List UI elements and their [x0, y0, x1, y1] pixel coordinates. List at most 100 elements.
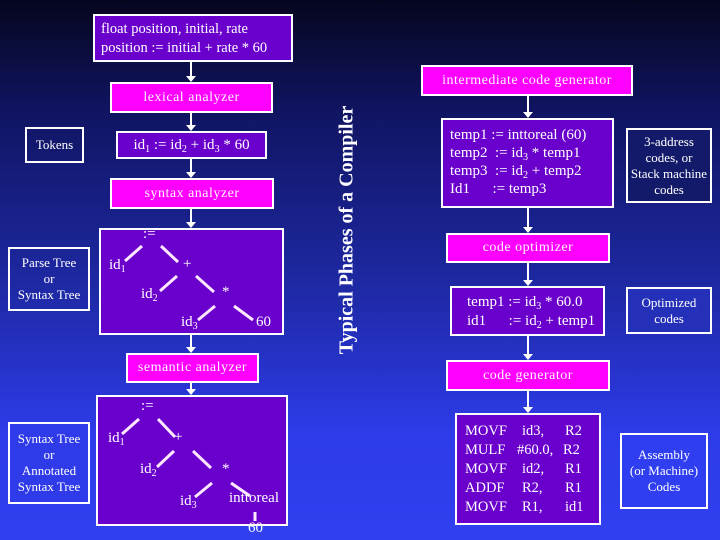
subscript: 3 — [192, 321, 198, 332]
subscript: 3 — [191, 500, 197, 511]
annotated-tree-node-id3: id3 — [180, 493, 197, 511]
lexical-analyzer-label: lexical analyzer — [143, 89, 240, 105]
annotated-tree-label-line-4: Syntax Tree — [17, 479, 81, 494]
parse-tree-node-text: := — [143, 226, 156, 242]
subscript: 1 — [120, 264, 126, 275]
optimized-code-text: + temp1 — [541, 313, 596, 329]
token-text: + — [186, 136, 203, 153]
intermediate-code-generator-box: intermediate code generator — [421, 65, 633, 96]
annotated-tree-node-id1: id1 — [108, 430, 125, 448]
code-optimizer-box: code optimizer — [446, 233, 610, 263]
annotated-tree-node-conv: inttoreal — [229, 490, 279, 507]
arrow-icg-to-code — [523, 96, 533, 118]
assembly-operand-1: #60.0, — [517, 442, 554, 458]
parse-tree-node-c60: 60 — [256, 314, 271, 331]
optimized-code-box: temp1 := id3 * 60.0 id1 := id2 + temp1 — [450, 286, 605, 336]
assembly-label-line-1: Assembly — [638, 447, 690, 462]
source-code-box: float position, initial, rate position :… — [93, 14, 293, 62]
annotated-tree-node-plus: + — [174, 429, 182, 446]
token-identifier: id1 — [133, 136, 151, 155]
arrow-syntax-to-tree — [186, 209, 196, 228]
token-identifier: id3 — [202, 136, 220, 155]
parse-tree-node-plus: + — [183, 256, 191, 273]
assembly-instruction: MOVF id3, R2 — [465, 422, 599, 441]
annotated-tree-label-line-2: or — [43, 447, 55, 462]
annotated-tree-node-assign: := — [141, 398, 154, 415]
token-text: * 60 — [219, 136, 250, 153]
parse-tree-edge-mul-id3 — [197, 304, 216, 322]
arrow-code-to-optimizer — [523, 208, 533, 233]
arrow-source-to-lexical — [186, 62, 196, 82]
optimized-code-text: * 60.0 — [541, 294, 583, 310]
annotated-tree-node-text: 60 — [248, 520, 263, 536]
arrow-optimizer-to-code — [523, 263, 533, 286]
assembly-instruction: MULF #60.0, R2 — [465, 441, 599, 460]
annotated-tree-edge-plus-mul — [191, 449, 213, 470]
parse-tree-label-line-2: or — [43, 271, 55, 286]
intermediate-code-text: temp2 := — [450, 145, 512, 161]
annotated-tree-edge-assign-plus — [156, 417, 177, 439]
three-address-label-line-1: 3-address — [644, 133, 694, 149]
annotated-tree-node-identifier: id1 — [108, 430, 125, 448]
source-line-2: position := initial + rate * 60 — [101, 40, 268, 56]
optimized-code-line: temp1 := id3 * 60.0 — [467, 293, 603, 312]
syntax-analyzer-label: syntax analyzer — [144, 185, 240, 201]
code-generator-box: code generator — [446, 360, 610, 391]
intermediate-code-box: temp1 := inttoreal (60) temp2 := id3 * te… — [441, 118, 614, 208]
intermediate-code-text: * temp1 — [528, 145, 581, 161]
assembly-operand-2: R2 — [563, 442, 580, 458]
parse-tree-label-line-3: Syntax Tree — [17, 287, 81, 302]
parse-tree-node-identifier: id2 — [141, 286, 158, 304]
subscript: 2 — [152, 293, 158, 304]
annotated-tree-node-id2: id2 — [140, 461, 157, 479]
intermediate-code-text: temp1 := inttoreal (60) — [450, 127, 587, 143]
annotated-tree-label-line-3: Annotated — [21, 463, 77, 478]
parse-tree-edge-mul-c60 — [233, 304, 254, 322]
optimized-code-text: temp1 := — [467, 294, 525, 310]
assembly-operand-1: id3, — [522, 423, 545, 439]
arrow-tokens-to-syntax — [186, 159, 196, 178]
arrow-lexical-to-tokens — [186, 113, 196, 131]
intermediate-code-line: temp2 := id3 * temp1 — [450, 144, 612, 163]
token-identifier: id2 — [170, 136, 187, 155]
parse-tree-label-line-1: Parse Tree — [21, 255, 77, 270]
parse-tree-node-text: * — [222, 284, 230, 300]
three-address-label-line-2: codes, or — [645, 149, 693, 165]
arrow-code-to-generator — [523, 336, 533, 360]
assembly-label-box: Assembly (or Machine) Codes — [620, 433, 708, 509]
optimized-code-line: id1 := id2 + temp1 — [467, 312, 603, 331]
semantic-analyzer-label: semantic analyzer — [137, 360, 248, 375]
intermediate-code-text: temp3 := — [450, 163, 512, 179]
parse-tree-node-id3: id3 — [181, 314, 198, 332]
intermediate-code-text: Id1 := temp3 — [450, 181, 547, 197]
annotated-tree-node-text: * — [222, 461, 230, 477]
parse-tree-node-id2: id2 — [141, 286, 158, 304]
optimized-label-line-1: Optimized — [641, 294, 697, 310]
assembly-operand-2: R1 — [565, 461, 582, 477]
parse-tree-node-identifier: id3 — [181, 314, 198, 332]
parse-tree-node-identifier: id1 — [109, 257, 126, 275]
assembly-operand-2: R2 — [565, 423, 582, 439]
token-text: := — [150, 136, 171, 153]
tokens-label: Tokens — [35, 137, 74, 152]
three-address-label-line-3: Stack machine — [630, 165, 708, 181]
code-generator-label: code generator — [483, 367, 573, 383]
arrow-generator-to-assembly — [523, 391, 533, 413]
intermediate-code-identifier: id3 — [511, 145, 529, 163]
optimized-label-line-2: codes — [654, 310, 684, 326]
assembly-label-line-2: (or Machine) — [629, 463, 699, 478]
parse-tree-node-mul: * — [222, 284, 230, 301]
assembly-operand-2: R1 — [565, 480, 582, 496]
subscript: 1 — [119, 437, 125, 448]
optimized-code-identifier: id2 — [525, 313, 542, 331]
syntax-analyzer-box: syntax analyzer — [110, 178, 274, 209]
assembly-opcode: MOVF — [465, 499, 507, 515]
parse-tree-edge-plus-mul — [195, 274, 215, 294]
three-address-label-box: 3-address codes, or Stack machine codes — [626, 128, 712, 203]
parse-tree-node-assign: := — [143, 226, 156, 243]
intermediate-code-identifier: id2 — [511, 163, 529, 181]
assembly-operand-1: R2, — [522, 480, 543, 496]
parse-tree-edge-plus-id2 — [159, 274, 178, 293]
tokens-box: id1 := id2 + id3 * 60 — [116, 131, 267, 159]
parse-tree-edge-assign-id1 — [124, 244, 143, 263]
